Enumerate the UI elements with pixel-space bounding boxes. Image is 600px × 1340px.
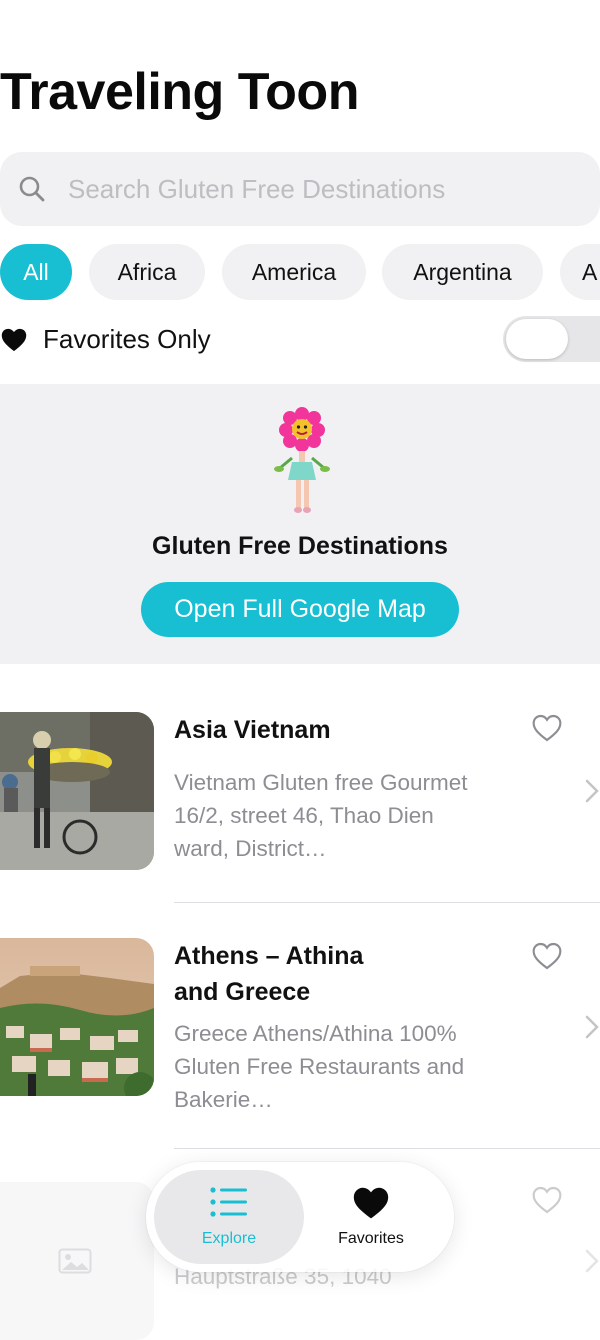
favorite-heart-icon[interactable] [530, 1184, 564, 1216]
chip-argentina[interactable]: Argentina [382, 244, 543, 300]
destination-item-athens[interactable]: Athens – Athina and Greece Greece Athens… [0, 938, 600, 1148]
chip-africa[interactable]: Africa [89, 244, 205, 300]
chip-all[interactable]: All [0, 244, 72, 300]
chip-partial[interactable]: A [560, 244, 600, 300]
search-icon [16, 173, 48, 205]
tab-label: Explore [201, 1230, 257, 1247]
favorites-only-label: Favorites Only [43, 324, 211, 354]
list-divider [174, 902, 600, 903]
chip-label: A [582, 258, 598, 285]
chevron-right-icon [584, 1248, 600, 1274]
destination-thumbnail-placeholder [0, 1182, 154, 1340]
destination-thumbnail [0, 938, 154, 1096]
category-chips: All Africa America Argentina A [0, 244, 600, 300]
image-placeholder-icon [58, 1248, 92, 1279]
destination-title: Asia Vietnam [174, 716, 331, 744]
destination-title-line: Athens – Athina [174, 942, 364, 970]
open-map-button[interactable]: Open Full Google Map [141, 582, 459, 637]
list-divider [174, 1148, 600, 1149]
chip-label: All [23, 258, 49, 285]
heart-icon [0, 326, 28, 354]
favorites-only-toggle[interactable] [503, 316, 600, 362]
favorite-heart-icon[interactable] [530, 940, 564, 972]
tab-bar: Explore Favorites [146, 1162, 454, 1272]
banner-title: Gluten Free Destinations [152, 532, 448, 560]
destination-title-line: and Greece [174, 978, 311, 1006]
tab-favorites[interactable]: Favorites [296, 1170, 446, 1264]
tab-explore[interactable]: Explore [154, 1170, 304, 1264]
toggle-knob [506, 319, 568, 359]
chevron-right-icon [584, 1014, 600, 1040]
chevron-right-icon [584, 778, 600, 804]
destination-title: Athens – Athina and Greece [174, 938, 363, 1010]
chip-label: Argentina [413, 258, 512, 285]
destination-description: Greece Athens/Athina 100% Gluten Free Re… [174, 1021, 465, 1112]
destination-description: Vietnam Gluten free Gourmet 16/2, street… [174, 770, 468, 861]
search-input[interactable] [66, 172, 570, 206]
chip-label: Africa [117, 258, 177, 285]
heart-icon [351, 1184, 391, 1220]
chip-label: America [251, 258, 337, 285]
map-banner: Gluten Free Destinations Open Full Googl… [0, 384, 600, 664]
favorites-only-row: Favorites Only [0, 314, 600, 366]
tab-label: Favorites [338, 1230, 404, 1247]
destination-item-vietnam[interactable]: Asia Vietnam Vietnam Gluten free Gourmet… [0, 712, 600, 902]
chip-america[interactable]: America [222, 244, 366, 300]
destination-thumbnail [0, 712, 154, 870]
page-title: Traveling Toon [0, 63, 359, 121]
favorite-heart-icon[interactable] [530, 712, 564, 744]
search-bar[interactable] [0, 152, 600, 226]
list-icon [209, 1184, 249, 1220]
flower-mascot-image [270, 406, 334, 516]
